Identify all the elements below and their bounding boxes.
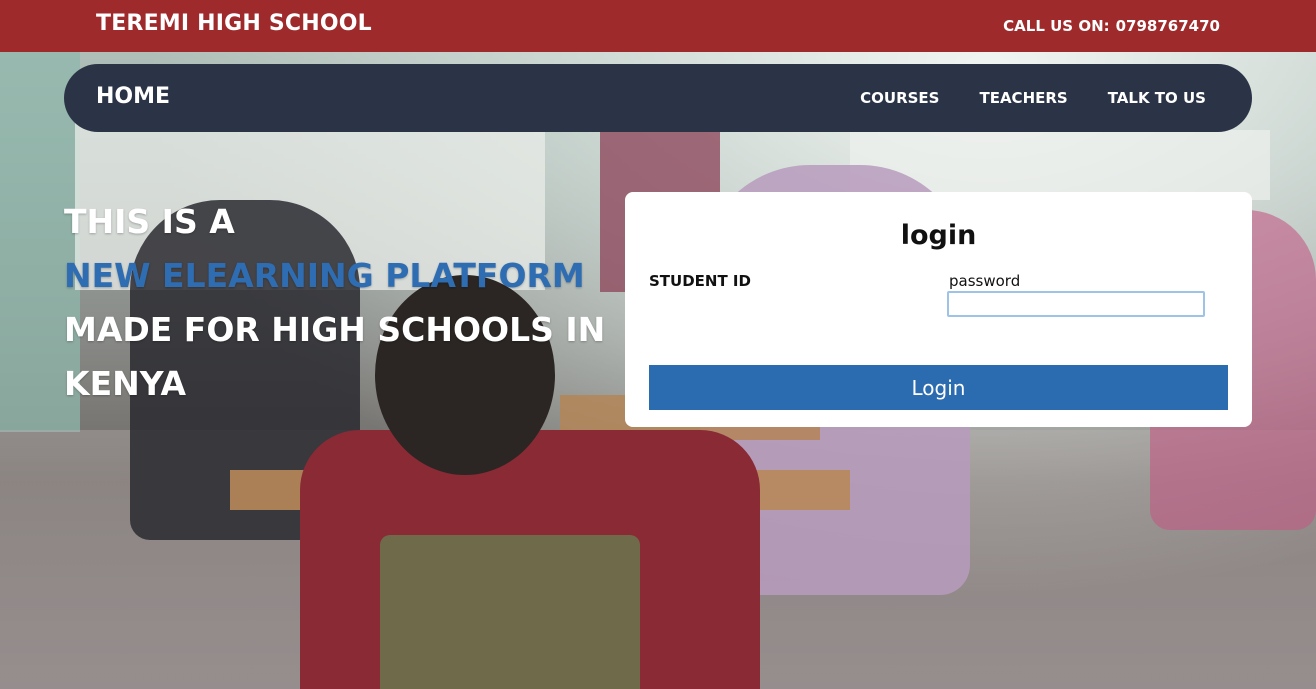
student-id-label: STUDENT ID (649, 272, 751, 290)
call-us-info: CALL US ON: 0798767470 (1003, 17, 1220, 35)
nav-courses-link[interactable]: COURSES (860, 89, 939, 107)
login-button[interactable]: Login (649, 365, 1228, 410)
school-name: TEREMI HIGH SCHOOL (96, 11, 372, 36)
hero-line-1: THIS IS A (64, 202, 235, 241)
call-us-label: CALL US ON: (1003, 17, 1110, 35)
top-bar: TEREMI HIGH SCHOOL CALL US ON: 0798767470 (0, 0, 1316, 52)
nav-links: COURSES TEACHERS TALK TO US (860, 89, 1206, 107)
hero-text: THIS IS A NEW ELEARNING PLATFORM MADE FO… (64, 195, 606, 411)
nav-teachers-link[interactable]: TEACHERS (979, 89, 1067, 107)
password-label: password (949, 272, 1021, 290)
hero-line-3: MADE FOR HIGH SCHOOLS IN (64, 310, 606, 349)
background-backpack (380, 535, 640, 689)
nav-talk-to-us-link[interactable]: TALK TO US (1108, 89, 1206, 107)
password-input[interactable] (947, 291, 1205, 317)
page: TEREMI HIGH SCHOOL CALL US ON: 0798767470… (0, 0, 1316, 689)
main-navbar: HOME COURSES TEACHERS TALK TO US (64, 64, 1252, 132)
login-title: login (900, 220, 977, 251)
hero-line-4: KENYA (64, 364, 187, 403)
hero-line-2-accent: NEW ELEARNING PLATFORM (64, 256, 585, 295)
phone-number: 0798767470 (1115, 17, 1220, 35)
nav-home-link[interactable]: HOME (96, 84, 170, 109)
login-card: login STUDENT ID password Login (625, 192, 1252, 427)
